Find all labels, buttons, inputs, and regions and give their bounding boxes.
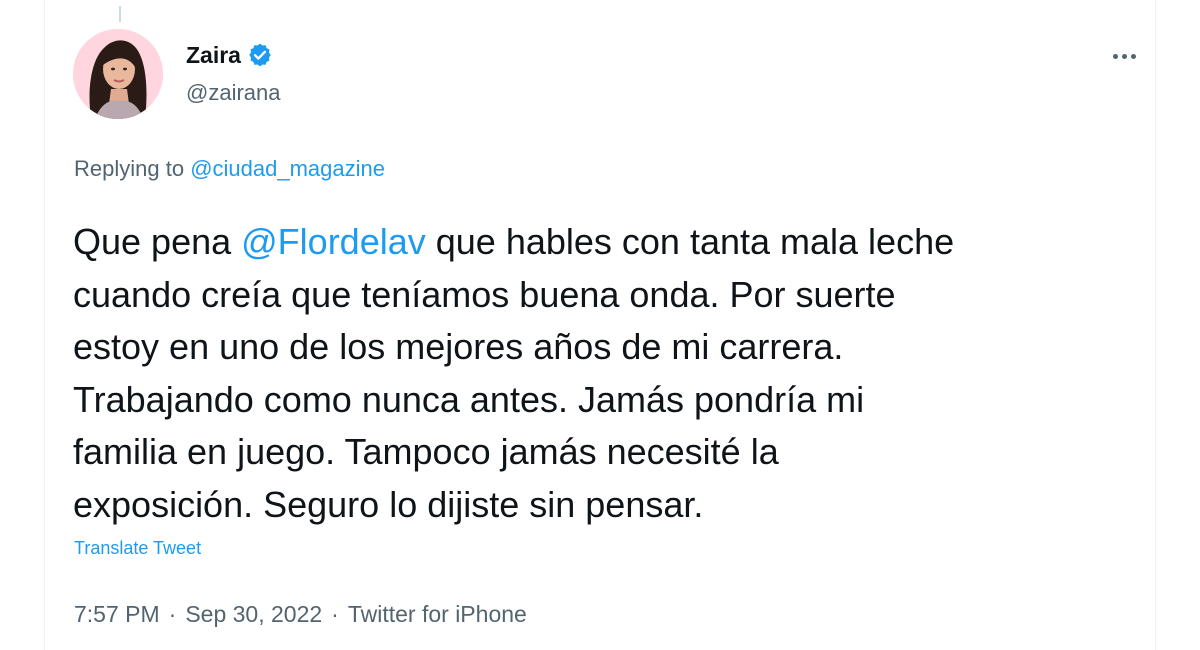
tweet-line-1a: Que pena [73,221,241,262]
replying-prefix: Replying to [74,156,184,181]
tweet-mention-link[interactable]: @Flordelav [241,221,426,262]
author-display-name[interactable]: Zaira [186,42,241,69]
tweet-line-3: estoy en uno de los mejores años de mi c… [73,326,843,367]
tweet-line-1b: que hables con tanta mala leche [426,221,954,262]
more-options-icon[interactable] [1104,38,1144,74]
tweet-line-2: cuando creía que teníamos buena onda. Po… [73,274,896,315]
avatar[interactable] [73,29,163,119]
tweet-line-5: familia en juego. Tampoco jamás necesité… [73,431,779,472]
meta-separator: · [322,601,348,628]
avatar-image [73,29,163,119]
tweet-date[interactable]: Sep 30, 2022 [185,601,322,628]
author-handle[interactable]: @zairana [186,80,281,106]
tweet-meta: 7:57 PM · Sep 30, 2022 · Twitter for iPh… [74,601,527,628]
meta-separator: · [160,601,186,628]
thread-line [119,6,121,22]
translate-tweet-link[interactable]: Translate Tweet [74,538,201,559]
tweet-source-link[interactable]: Twitter for iPhone [348,601,527,628]
replying-to: Replying to @ciudad_magazine [74,156,385,182]
author-name-row[interactable]: Zaira [186,40,273,70]
reply-to-mention-link[interactable]: @ciudad_magazine [190,156,385,181]
tweet-text: Que pena @Flordelav que hables con tanta… [73,216,1153,531]
verified-badge-icon [247,42,273,68]
tweet-line-4: Trabajando como nunca antes. Jamás pondr… [73,379,864,420]
tweet-line-6: exposición. Seguro lo dijiste sin pensar… [73,484,703,525]
tweet-time[interactable]: 7:57 PM [74,601,160,628]
